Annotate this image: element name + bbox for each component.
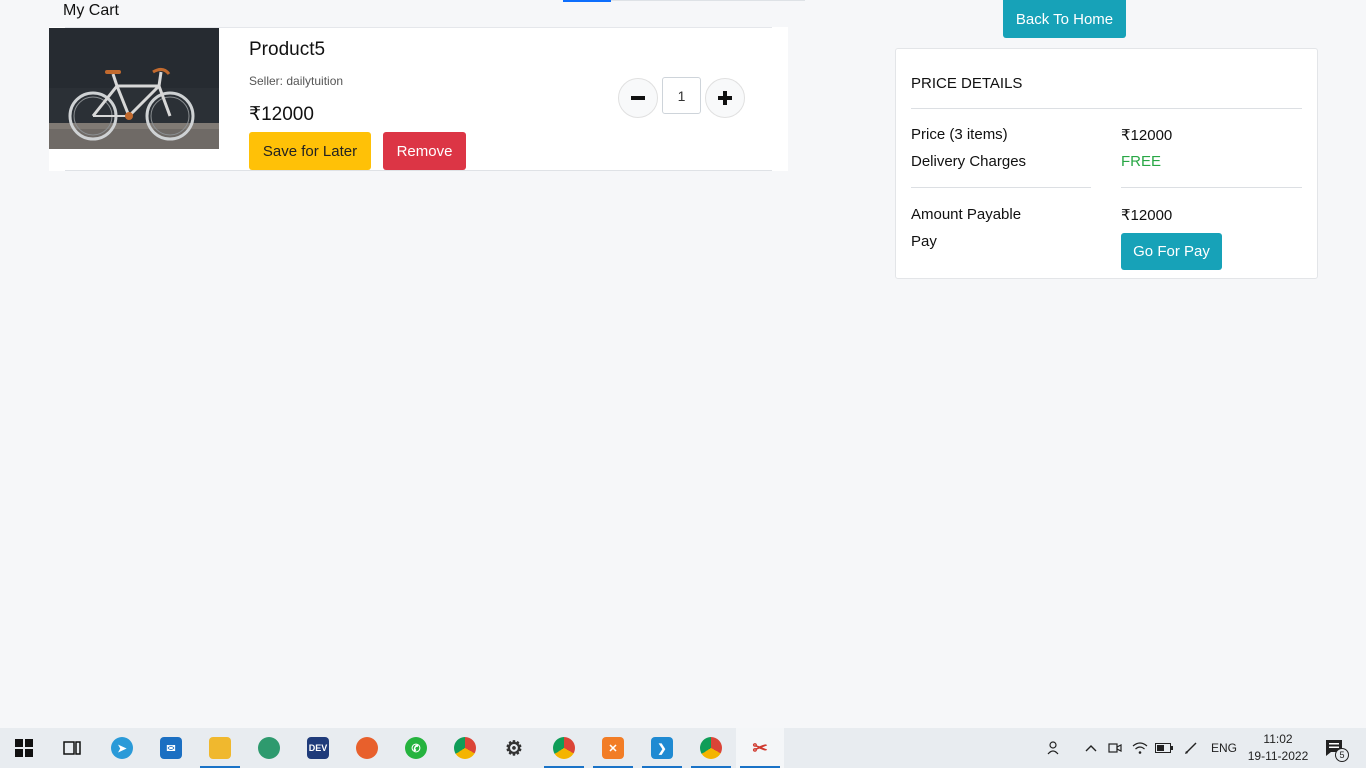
seller-name: Seller: dailytuition xyxy=(249,74,344,88)
file-explorer-taskbar-button[interactable] xyxy=(196,728,244,768)
snipping-tool-icon: ✂ xyxy=(752,737,768,758)
price-value: ₹12000 xyxy=(1121,127,1173,144)
telegram-taskbar-button[interactable]: ➤ xyxy=(98,728,146,768)
battery-icon[interactable] xyxy=(1152,728,1176,768)
divider xyxy=(65,170,772,171)
vscode-icon: ❯ xyxy=(651,737,673,759)
people-icon[interactable] xyxy=(1042,728,1068,768)
go-for-pay-button[interactable]: Go For Pay xyxy=(1121,233,1222,270)
chrome-profile-taskbar-button[interactable] xyxy=(540,728,588,768)
delivery-charges-label: Delivery Charges xyxy=(911,153,1027,170)
clock-date: 19-11-2022 xyxy=(1247,749,1309,763)
windows-start-button[interactable] xyxy=(0,728,48,768)
xampp-taskbar-button[interactable]: ✕ xyxy=(589,728,637,768)
product-name: Product5 xyxy=(249,39,326,60)
mail-taskbar-button[interactable]: ✉ xyxy=(147,728,195,768)
cart-title: My Cart xyxy=(63,2,119,19)
quantity-input[interactable] xyxy=(662,77,701,114)
cart-item-card: Product5 Seller: dailytuition ₹12000 Sav… xyxy=(49,27,788,171)
wifi-icon[interactable] xyxy=(1128,728,1152,768)
increase-quantity-button[interactable] xyxy=(705,78,745,118)
decrease-quantity-button[interactable] xyxy=(618,78,658,118)
divider xyxy=(911,108,1302,109)
whatsapp-taskbar-button[interactable]: ✆ xyxy=(392,728,440,768)
save-for-later-button[interactable]: Save for Later xyxy=(249,132,371,170)
task-view-button[interactable] xyxy=(48,728,96,768)
price-label: Price (3 items) xyxy=(911,126,1008,143)
firefox-taskbar-button[interactable] xyxy=(343,728,391,768)
settings-taskbar-button[interactable]: ⚙ xyxy=(490,728,538,768)
bicycle-image xyxy=(49,28,219,149)
settings-icon: ⚙ xyxy=(505,737,523,760)
edge-taskbar-button[interactable] xyxy=(245,728,293,768)
chrome-icon xyxy=(454,737,476,759)
pay-label: Pay xyxy=(911,233,937,250)
clock-time: 11:02 xyxy=(1263,732,1293,746)
back-to-home-button[interactable]: Back To Home xyxy=(1003,0,1126,38)
snipping-tool-taskbar-button[interactable]: ✂ xyxy=(736,728,784,768)
language-indicator[interactable]: ENG xyxy=(1206,728,1242,768)
dev-icon: DEV xyxy=(307,737,329,759)
notification-center-button[interactable]: 5 xyxy=(1318,728,1350,768)
pen-icon[interactable] xyxy=(1178,728,1204,768)
chrome-taskbar-button[interactable] xyxy=(441,728,489,768)
price-details-card: PRICE DETAILS Price (3 items) ₹12000 Del… xyxy=(895,48,1318,279)
meet-now-icon[interactable] xyxy=(1104,728,1126,768)
price-details-title: PRICE DETAILS xyxy=(911,75,1023,92)
plus-icon xyxy=(718,91,732,105)
whatsapp-icon: ✆ xyxy=(405,737,427,759)
delivery-charges-value: FREE xyxy=(1121,153,1162,170)
windows-start-icon xyxy=(15,739,33,757)
chrome-profile-icon xyxy=(553,737,575,759)
firefox-icon xyxy=(356,737,378,759)
chrome-profile-2-taskbar-button[interactable] xyxy=(687,728,735,768)
product-image xyxy=(49,28,219,149)
amount-payable-value: ₹12000 xyxy=(1121,207,1173,224)
divider xyxy=(1121,187,1302,188)
xampp-icon: ✕ xyxy=(602,737,624,759)
product-price: ₹12000 xyxy=(249,104,314,125)
chrome-profile-2-icon xyxy=(700,737,722,759)
dev-taskbar-button[interactable]: DEV xyxy=(294,728,342,768)
tab-active-indicator xyxy=(563,0,611,2)
windows-taskbar: ➤ ✉ DEV ✆ ⚙ ✕ ❯ ✂ ENG 11:02 19-11-2022 5 xyxy=(0,728,1366,768)
divider xyxy=(911,187,1091,188)
edge-icon xyxy=(258,737,280,759)
notification-count-badge: 5 xyxy=(1335,748,1349,762)
chevron-up-icon[interactable] xyxy=(1080,728,1102,768)
remove-button[interactable]: Remove xyxy=(383,132,466,170)
file-explorer-icon xyxy=(209,737,231,759)
minus-icon xyxy=(631,96,645,100)
telegram-icon: ➤ xyxy=(111,737,133,759)
vscode-taskbar-button[interactable]: ❯ xyxy=(638,728,686,768)
mail-icon: ✉ xyxy=(160,737,182,759)
system-clock[interactable]: 11:02 19-11-2022 xyxy=(1246,731,1310,765)
amount-payable-label: Amount Payable xyxy=(911,206,1022,223)
task-view-icon xyxy=(63,741,81,755)
